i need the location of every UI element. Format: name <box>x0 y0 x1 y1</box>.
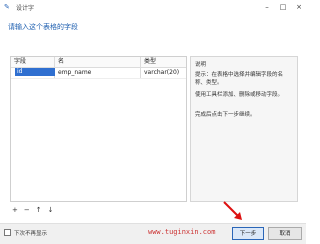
type-cell[interactable]: varchar(20) <box>141 68 186 78</box>
grid-toolbar: + − ↑ ↓ <box>12 206 54 214</box>
grid-header-row: 字段 名 类型 <box>11 57 186 68</box>
title-bar: ✎ 设计字 – □ × <box>0 0 306 14</box>
add-field-button[interactable]: + <box>12 206 18 214</box>
bottom-bar: 下次不再显示 www.tuginxin.com 下一步 取消 <box>0 223 306 244</box>
cancel-button[interactable]: 取消 <box>268 227 302 240</box>
field-grid: 字段 名 类型 id emp_name varchar(20) <box>10 56 187 202</box>
dont-show-checkbox[interactable] <box>4 229 11 236</box>
window-title: 设计字 <box>16 5 35 12</box>
maximize-icon[interactable]: □ <box>278 2 288 12</box>
field-cell[interactable]: id <box>11 68 55 78</box>
close-icon[interactable]: × <box>294 2 304 12</box>
column-header-type[interactable]: 类型 <box>141 57 186 67</box>
field-input[interactable]: id <box>15 68 55 76</box>
minimize-icon[interactable]: – <box>262 2 272 12</box>
next-button[interactable]: 下一步 <box>232 227 264 240</box>
instruction-heading: 请输入这个表格的字段 <box>8 23 78 31</box>
help-heading: 说明 <box>195 62 207 68</box>
help-paragraph-3: 完成后点击下一步继续。 <box>195 112 256 118</box>
column-header-field[interactable]: 字段 <box>11 57 55 67</box>
app-icon: ✎ <box>4 3 10 11</box>
dont-show-label: 下次不再显示 <box>14 231 48 237</box>
pointer-arrow-icon <box>223 201 242 220</box>
watermark-text: www.tuginxin.com <box>148 228 216 236</box>
help-paragraph-2: 使用工具栏添加、删除或移动字段。 <box>195 92 284 98</box>
window-controls: – □ × <box>262 1 304 13</box>
table-row[interactable]: id emp_name varchar(20) <box>11 68 186 79</box>
help-panel: 说明 提示：在表格中选择并编辑字段的名称、类型。 使用工具栏添加、删除或移动字段… <box>190 56 298 202</box>
column-header-name[interactable]: 名 <box>55 57 141 67</box>
help-paragraph-1: 提示：在表格中选择并编辑字段的名称、类型。 <box>195 72 284 86</box>
name-cell[interactable]: emp_name <box>55 68 141 78</box>
remove-field-button[interactable]: − <box>24 206 30 214</box>
move-down-button[interactable]: ↓ <box>48 206 54 214</box>
move-up-button[interactable]: ↑ <box>36 206 42 214</box>
